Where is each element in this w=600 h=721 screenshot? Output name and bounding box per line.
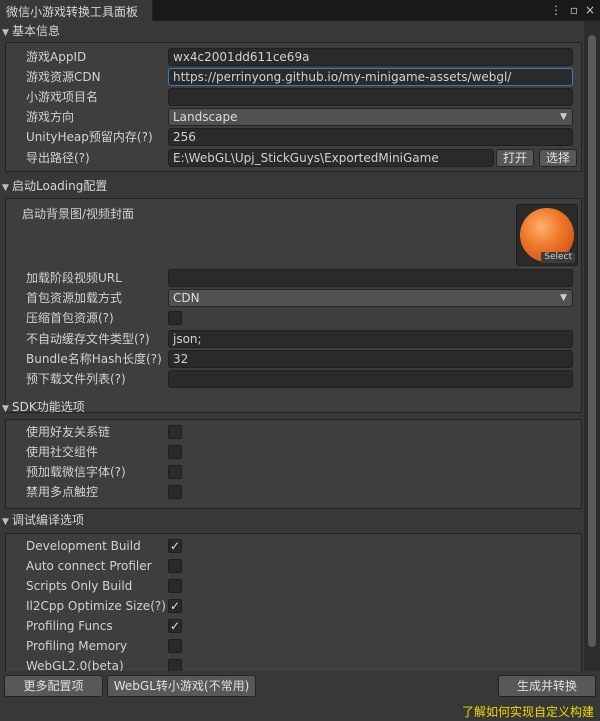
maximize-icon[interactable]: ▫ (566, 2, 582, 18)
friend-chain-checkbox[interactable] (168, 425, 182, 439)
window-tab[interactable]: 微信小游戏转换工具面板 (0, 0, 153, 21)
profiling-funcs-label: Profiling Funcs (26, 619, 113, 633)
bg-image-picker[interactable]: Select (516, 204, 578, 266)
compress-label: 压缩首包资源(?) (26, 311, 114, 325)
dropdown-arrow-icon: ▼ (560, 293, 567, 303)
orientation-dropdown[interactable]: Landscape ▼ (168, 108, 573, 126)
generate-convert-button[interactable]: 生成并转换 (498, 675, 596, 697)
window-tab-title: 微信小游戏转换工具面板 (6, 5, 139, 19)
profiling-funcs-checkbox[interactable]: ✓ (168, 619, 182, 633)
kebab-menu-icon[interactable]: ⋮ (548, 2, 564, 18)
section-header-debug[interactable]: ▼ 调试编译选项 (0, 511, 584, 529)
select-button[interactable]: Select (541, 252, 575, 263)
video-url-label: 加载阶段视频URL (26, 271, 122, 285)
window-tab-bar: 微信小游戏转换工具面板 ⋮ ▫ × (0, 0, 600, 21)
fold-down-icon: ▼ (2, 517, 9, 527)
wx-font-checkbox[interactable] (168, 465, 182, 479)
project-name-input[interactable] (168, 88, 573, 106)
section-box-sdk: 使用好友关系链 使用社交组件 预加载微信字体(?) 禁用多点触控 (5, 419, 582, 509)
orientation-label: 游戏方向 (26, 110, 75, 124)
webgl2-checkbox[interactable] (168, 659, 182, 671)
heap-label: UnityHeap预留内存(?) (26, 130, 153, 144)
bg-image-label: 启动背景图/视频封面 (22, 207, 135, 221)
close-icon[interactable]: × (582, 2, 598, 18)
preload-input[interactable] (168, 370, 573, 388)
export-path-input[interactable]: E:\WebGL\Upj_StickGuys\ExportedMiniGame (168, 149, 494, 167)
hash-len-input[interactable]: 32 (168, 350, 573, 368)
dropdown-arrow-icon: ▼ (560, 112, 567, 122)
bottom-toolbar: 更多配置项 WebGL转小游戏(不常用) 生成并转换 了解如何实现自定义构建 (0, 671, 600, 721)
no-cache-input[interactable]: json; (168, 330, 573, 348)
fold-down-icon: ▼ (2, 183, 9, 193)
inspector-content: ▼ 基本信息 游戏AppID wx4c2001dd611ce69a 游戏资源CDN… (0, 21, 584, 671)
no-cache-label: 不自动缓存文件类型(?) (26, 332, 150, 346)
webgl-convert-button[interactable]: WebGL转小游戏(不常用) (107, 675, 256, 697)
section-header-loading[interactable]: ▼ 启动Loading配置 (0, 177, 584, 195)
cdn-label: 游戏资源CDN (26, 70, 101, 84)
custom-build-link[interactable]: 了解如何实现自定义构建 (462, 703, 594, 720)
section-header-basic[interactable]: ▼ 基本信息 (0, 22, 584, 40)
more-config-button[interactable]: 更多配置项 (4, 675, 103, 697)
il2cpp-checkbox[interactable]: ✓ (168, 599, 182, 613)
video-url-input[interactable] (168, 269, 573, 287)
orientation-value: Landscape (173, 110, 238, 124)
appid-label: 游戏AppID (26, 50, 87, 64)
wx-font-label: 预加载微信字体(?) (26, 465, 126, 479)
scripts-only-label: Scripts Only Build (26, 579, 133, 593)
hash-len-label: Bundle名称Hash长度(?) (26, 352, 162, 366)
first-pkg-dropdown[interactable]: CDN ▼ (168, 289, 573, 307)
vertical-scrollbar[interactable] (584, 21, 600, 671)
webgl2-label: WebGL2.0(beta) (26, 659, 124, 671)
cdn-input[interactable]: https://perrinyong.github.io/my-minigame… (168, 68, 573, 86)
multitouch-label: 禁用多点触控 (26, 485, 99, 499)
social-checkbox[interactable] (168, 445, 182, 459)
appid-input[interactable]: wx4c2001dd611ce69a (168, 48, 573, 66)
dev-build-label: Development Build (26, 539, 141, 553)
section-box-basic: 游戏AppID wx4c2001dd611ce69a 游戏资源CDN https… (5, 42, 582, 172)
section-box-loading: 启动背景图/视频封面 Select 加载阶段视频URL 首包资源加载方式 CDN… (5, 198, 582, 413)
auto-profiler-label: Auto connect Profiler (26, 559, 152, 573)
scripts-only-checkbox[interactable] (168, 579, 182, 593)
profiling-mem-checkbox[interactable] (168, 639, 182, 653)
open-button[interactable]: 打开 (496, 149, 534, 167)
project-name-label: 小游戏项目名 (26, 90, 99, 104)
multitouch-checkbox[interactable] (168, 485, 182, 499)
section-box-debug: Development Build ✓ Auto connect Profile… (5, 533, 582, 671)
first-pkg-value: CDN (173, 291, 200, 305)
social-label: 使用社交组件 (26, 445, 99, 459)
export-path-label: 导出路径(?) (26, 151, 90, 165)
first-pkg-label: 首包资源加载方式 (26, 291, 123, 305)
auto-profiler-checkbox[interactable] (168, 559, 182, 573)
scrollbar-thumb[interactable] (588, 35, 596, 647)
friend-chain-label: 使用好友关系链 (26, 425, 111, 439)
choose-button[interactable]: 选择 (539, 149, 577, 167)
heap-input[interactable]: 256 (168, 128, 573, 146)
fold-down-icon: ▼ (2, 404, 9, 414)
compress-checkbox[interactable] (168, 311, 182, 325)
profiling-mem-label: Profiling Memory (26, 639, 128, 653)
fold-down-icon: ▼ (2, 28, 9, 38)
il2cpp-label: Il2Cpp Optimize Size(?) (26, 599, 166, 613)
dev-build-checkbox[interactable]: ✓ (168, 539, 182, 553)
section-header-sdk[interactable]: ▼ SDK功能选项 (0, 398, 584, 416)
preload-label: 预下载文件列表(?) (26, 372, 126, 386)
